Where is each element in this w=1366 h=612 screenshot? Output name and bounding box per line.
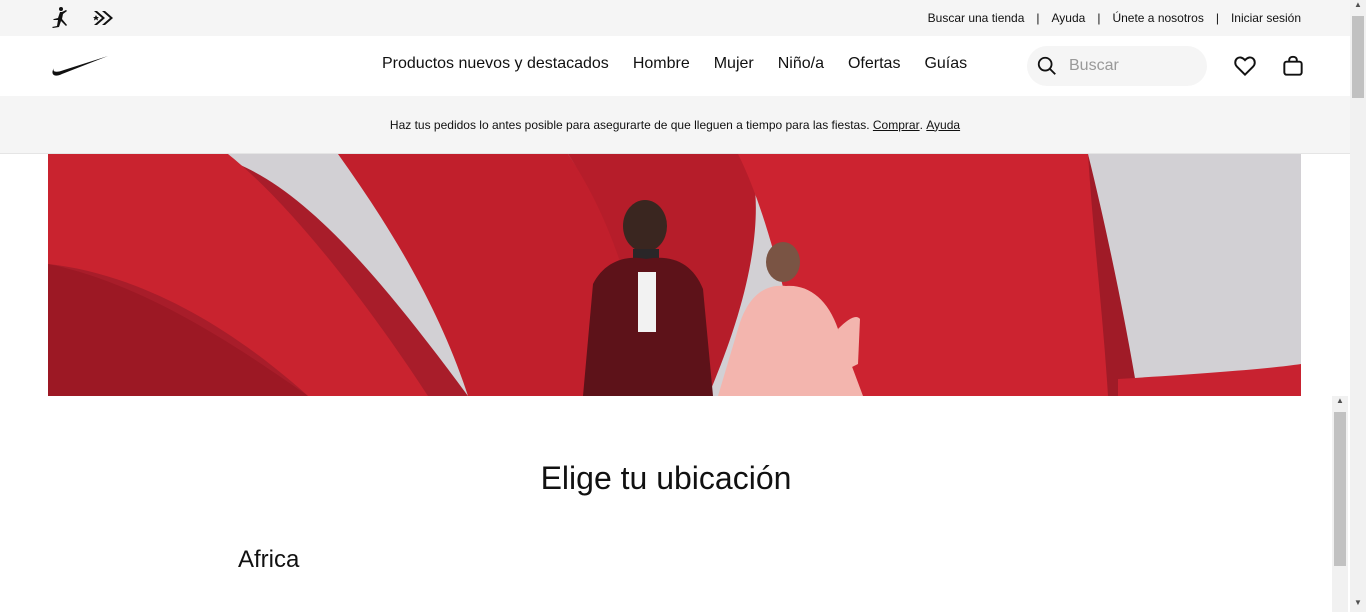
search-icon[interactable]	[1027, 46, 1067, 86]
scrollbar-thumb[interactable]	[1334, 412, 1346, 566]
main-header: Productos nuevos y destacados Hombre Muj…	[0, 36, 1350, 96]
sign-in-link[interactable]: Iniciar sesión	[1231, 11, 1301, 25]
converse-icon[interactable]	[90, 6, 114, 30]
heart-icon[interactable]	[1232, 53, 1258, 79]
join-us-link[interactable]: Únete a nosotros	[1112, 11, 1203, 25]
utility-bar: Buscar una tienda | Ayuda | Únete a noso…	[0, 0, 1350, 36]
announcement-bar: Haz tus pedidos lo antes posible para as…	[0, 96, 1350, 154]
search-box[interactable]	[1027, 46, 1207, 86]
page-scrollbar[interactable]: ▲ ▼	[1350, 0, 1366, 612]
separator: |	[1036, 11, 1040, 25]
nav-men[interactable]: Hombre	[633, 54, 690, 74]
search-input[interactable]	[1067, 56, 1191, 76]
announcement-punct: .	[919, 117, 923, 132]
separator: |	[1097, 11, 1101, 25]
scroll-up-arrow-icon[interactable]: ▲	[1350, 0, 1366, 14]
nav-women[interactable]: Mujer	[714, 54, 754, 74]
brand-icons	[48, 6, 114, 30]
main-nav: Productos nuevos y destacados Hombre Muj…	[382, 54, 991, 74]
separator: |	[1215, 11, 1219, 25]
scroll-down-arrow-icon[interactable]: ▼	[1350, 598, 1366, 612]
bag-icon[interactable]	[1280, 53, 1306, 79]
scrollbar-thumb[interactable]	[1352, 16, 1364, 98]
hero-image[interactable]	[48, 154, 1301, 396]
help-announce-link[interactable]: Ayuda	[926, 118, 960, 132]
nav-guides[interactable]: Guías	[924, 54, 967, 74]
find-store-link[interactable]: Buscar una tienda	[928, 11, 1025, 25]
nav-sale[interactable]: Ofertas	[848, 54, 900, 74]
nav-new-featured[interactable]: Productos nuevos y destacados	[382, 54, 609, 74]
help-link[interactable]: Ayuda	[1052, 11, 1086, 25]
jordan-jumpman-icon[interactable]	[48, 6, 72, 30]
nike-swoosh-icon[interactable]	[48, 54, 108, 78]
inner-scrollbar[interactable]: ▲	[1332, 396, 1348, 612]
nav-kids[interactable]: Niño/a	[778, 54, 824, 74]
shop-link[interactable]: Comprar	[873, 118, 920, 132]
utility-links: Buscar una tienda | Ayuda | Únete a noso…	[928, 0, 1301, 36]
page-title: Elige tu ubicación	[540, 460, 792, 496]
scroll-up-arrow-icon[interactable]: ▲	[1332, 396, 1348, 410]
region-heading: Africa	[238, 546, 300, 573]
announcement-text: Haz tus pedidos lo antes posible para as…	[389, 117, 870, 132]
